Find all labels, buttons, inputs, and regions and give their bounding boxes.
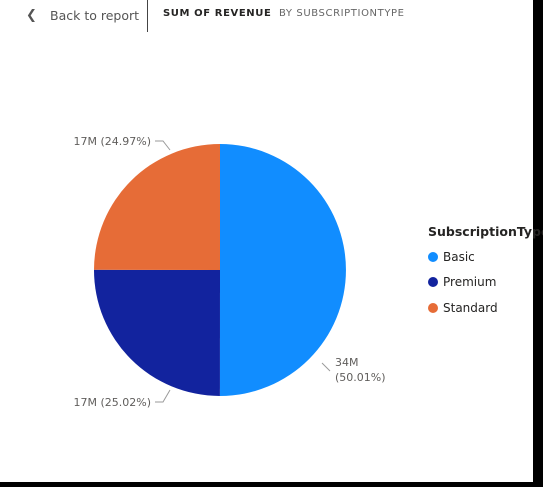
pie-slice-standard[interactable]: [94, 144, 220, 270]
pie-slice-premium[interactable]: [93, 269, 220, 396]
data-label-premium: 17M (25.02%): [73, 396, 151, 409]
legend-label-standard: Standard: [443, 300, 498, 315]
label-connector-basic: [321, 362, 331, 372]
legend-item-standard[interactable]: Standard: [428, 295, 543, 321]
data-label-standard: 17M (24.97%): [73, 135, 151, 148]
data-label-basic: 34M (50.01%): [335, 356, 386, 384]
legend-dot-standard: [428, 302, 438, 313]
label-connector-standard: [155, 140, 171, 151]
legend: SubscriptionType Basic Premium Standard: [428, 224, 543, 321]
chart-panel: ❮ Back to report SUM OF REVENUE BY SUBSC…: [0, 0, 543, 482]
legend-label-basic: Basic: [443, 249, 475, 264]
legend-title: SubscriptionType: [428, 224, 543, 239]
legend-dot-premium: [428, 277, 438, 288]
pie-slice-basic[interactable]: [219, 144, 346, 396]
label-connector-premium: [155, 389, 171, 403]
legend-item-premium[interactable]: Premium: [428, 270, 543, 296]
legend-label-premium: Premium: [443, 275, 497, 290]
legend-dot-basic: [428, 251, 438, 262]
legend-item-basic[interactable]: Basic: [428, 244, 543, 270]
